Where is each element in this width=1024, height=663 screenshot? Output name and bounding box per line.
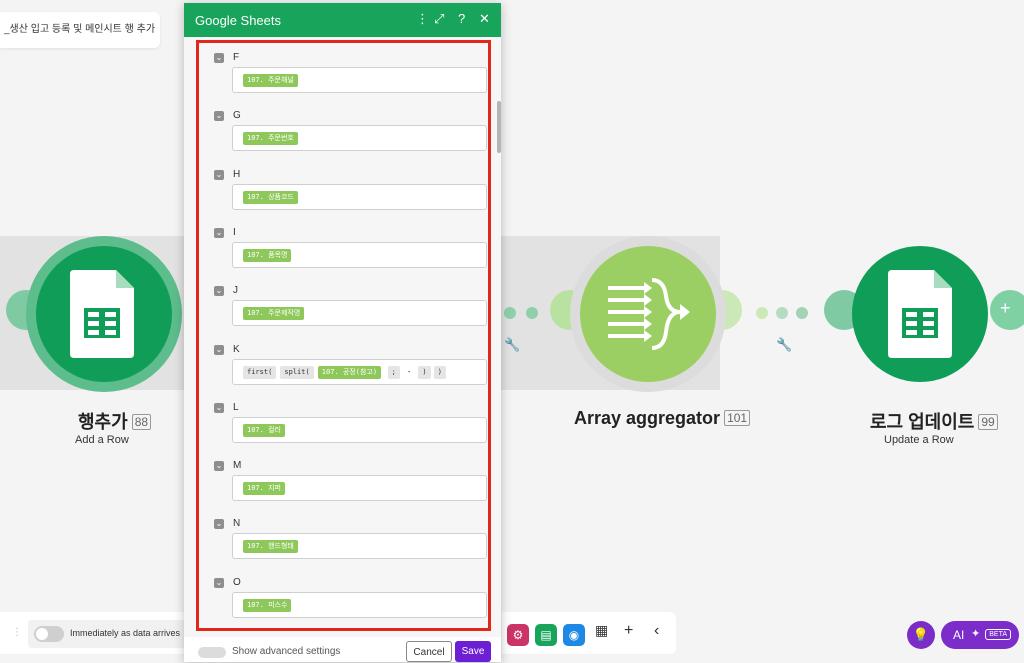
webhooks-tool-icon[interactable]: ⚙ bbox=[507, 624, 529, 646]
module-99-sheets[interactable] bbox=[852, 246, 988, 382]
advanced-settings-toggle[interactable] bbox=[198, 647, 226, 658]
expand-icon[interactable]: ⤢ bbox=[434, 11, 444, 27]
google-sheets-icon bbox=[70, 270, 134, 358]
http-tool-icon[interactable]: ◉ bbox=[563, 624, 585, 646]
module-99-name[interactable]: 로그 업데이트 99 bbox=[870, 408, 998, 434]
sparkle-icon: ✦ bbox=[971, 628, 981, 640]
advanced-settings-label: Show advanced settings bbox=[232, 646, 341, 657]
highlight-box bbox=[196, 40, 491, 631]
dialog-header: Google Sheets ⋮ ⤢ ? ✕ bbox=[184, 3, 501, 37]
cancel-button[interactable]: Cancel bbox=[406, 641, 452, 662]
wrench-icon[interactable]: 🔧 bbox=[504, 337, 520, 353]
module-88-id: 88 bbox=[131, 414, 152, 430]
module-88-label: 행추가 bbox=[78, 412, 128, 432]
connector-dot bbox=[796, 307, 808, 319]
module-99-label: 로그 업데이트 bbox=[870, 412, 975, 432]
module-101-label: Array aggregator bbox=[574, 408, 721, 428]
connector-dot bbox=[756, 307, 768, 319]
module-88-name[interactable]: 행추가 88 bbox=[78, 408, 152, 434]
ai-label: AI bbox=[953, 628, 965, 642]
grid-icon[interactable]: ▦ bbox=[595, 622, 608, 639]
add-icon[interactable]: + bbox=[624, 622, 633, 640]
scenario-title[interactable]: _생산 입고 등록 및 메인시트 행 추가 bbox=[0, 12, 160, 48]
more-options-icon[interactable]: ⋮ bbox=[416, 11, 429, 27]
module-99-id: 99 bbox=[978, 414, 998, 430]
divider: ⋮ bbox=[12, 627, 22, 638]
module-99-subtitle: Update a Row bbox=[884, 434, 954, 446]
save-button[interactable]: Save bbox=[455, 641, 491, 662]
add-module-icon[interactable]: + bbox=[1000, 298, 1011, 319]
chevron-left-icon[interactable]: ‹ bbox=[654, 622, 659, 640]
help-icon[interactable]: ? bbox=[458, 11, 465, 26]
module-101-aggregator[interactable] bbox=[580, 246, 716, 382]
connector-dot bbox=[504, 307, 516, 319]
google-sheets-icon bbox=[888, 270, 952, 358]
schedule-label: Immediately as data arrives bbox=[70, 628, 181, 638]
beta-badge: BETA bbox=[985, 629, 1011, 640]
google-sheets-dialog: Google Sheets ⋮ ⤢ ? ✕ ⌄ F 107. 주문채널 ⌄ G 107. … bbox=[184, 3, 501, 662]
module-101-id: 101 bbox=[724, 410, 751, 426]
wrench-icon[interactable]: 🔧 bbox=[776, 337, 792, 353]
module-101-name[interactable]: Array aggregator 101 bbox=[574, 408, 751, 429]
close-icon[interactable]: ✕ bbox=[479, 11, 490, 27]
lightbulb-icon[interactable]: 💡 bbox=[907, 621, 935, 649]
schedule-toggle[interactable] bbox=[34, 626, 64, 642]
ai-button[interactable]: AI ✦ BETA bbox=[941, 621, 1019, 649]
array-aggregator-icon bbox=[608, 278, 690, 350]
connector-dot bbox=[776, 307, 788, 319]
module-88-sheets[interactable] bbox=[36, 246, 172, 382]
dialog-scrollbar[interactable] bbox=[497, 101, 501, 153]
dialog-title: Google Sheets bbox=[195, 13, 282, 28]
connector-dot bbox=[526, 307, 538, 319]
sheets-tool-icon[interactable]: ▤ bbox=[535, 624, 557, 646]
module-88-subtitle: Add a Row bbox=[75, 434, 129, 446]
